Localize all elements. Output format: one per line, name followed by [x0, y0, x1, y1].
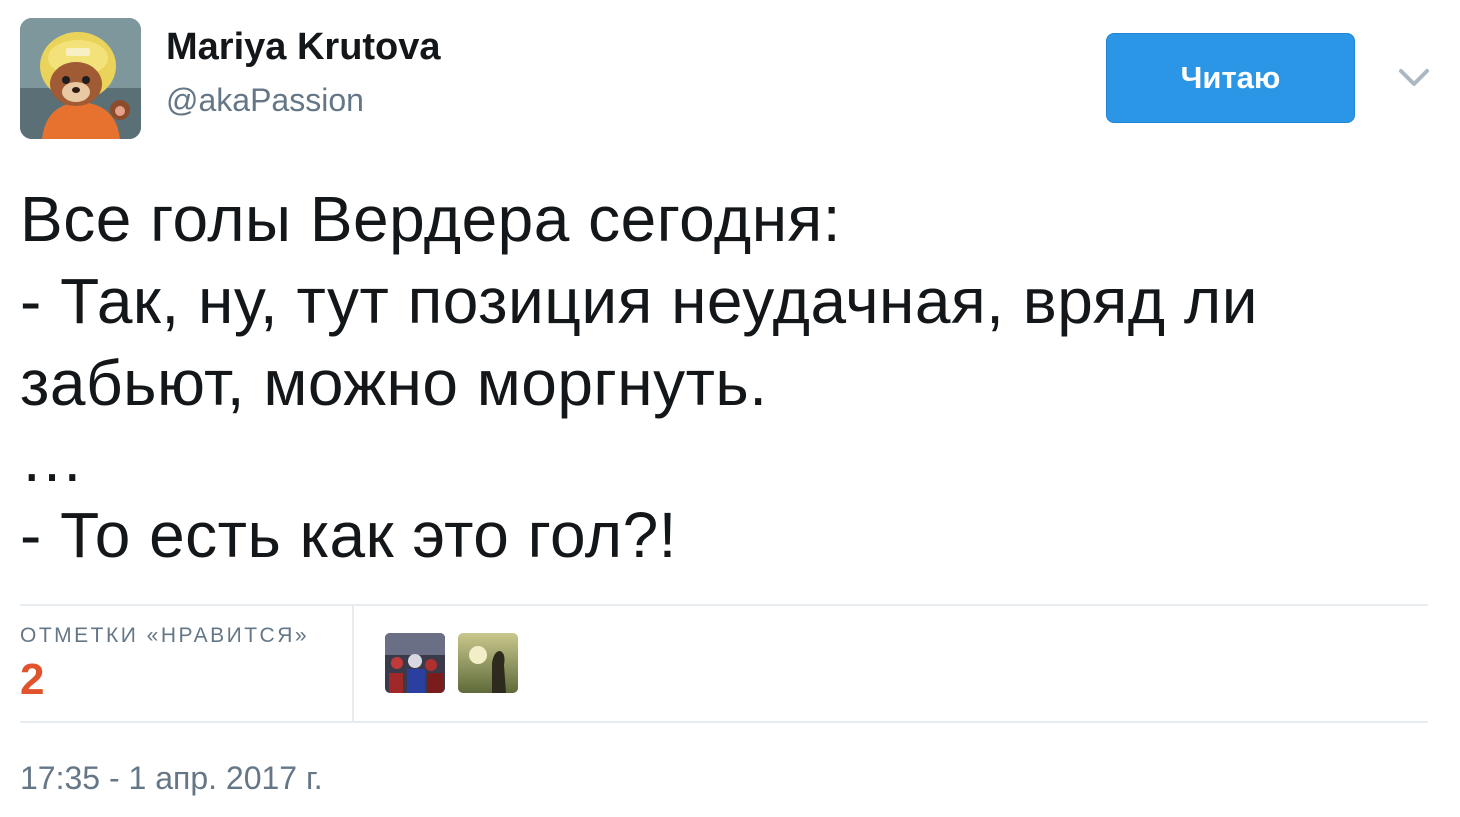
tweet-text-line: - То есть как это гол?! [20, 499, 677, 571]
tweet-text: Все голы Вердера сегодня: - Так, ну, тут… [20, 178, 1440, 576]
tweet-text-line: … [20, 423, 85, 495]
stats-bottom-divider [20, 721, 1428, 723]
author-avatar[interactable] [20, 18, 141, 139]
tweet-timestamp[interactable]: 17:35 - 1 апр. 2017 г. [20, 760, 323, 797]
liker-avatar[interactable] [385, 633, 445, 693]
following-button[interactable]: Читаю [1106, 33, 1355, 123]
chevron-down-icon [1399, 69, 1429, 86]
stats-vertical-divider [352, 606, 354, 722]
stats-top-divider [20, 604, 1428, 606]
likes-count[interactable]: 2 [20, 655, 44, 705]
tweet-text-line: Все голы Вердера сегодня: [20, 183, 841, 255]
tweet-menu-button[interactable] [1396, 60, 1432, 96]
stadium-crowd-avatar-icon [385, 633, 445, 693]
tweet-text-line: - Так, ну, тут позиция неудачная, вряд л… [20, 265, 1258, 337]
author-handle[interactable]: @akaPassion [166, 82, 364, 119]
author-name[interactable]: Mariya Krutova [166, 26, 441, 69]
fox-astronaut-avatar-icon [20, 18, 141, 139]
tweet-text-line: забьют, можно моргнуть. [20, 347, 768, 419]
sunset-silhouette-avatar-icon [458, 633, 518, 693]
likes-label: ОТМЕТКИ «НРАВИТСЯ» [20, 624, 310, 647]
liker-avatar[interactable] [458, 633, 518, 693]
following-button-label: Читаю [1180, 60, 1281, 95]
